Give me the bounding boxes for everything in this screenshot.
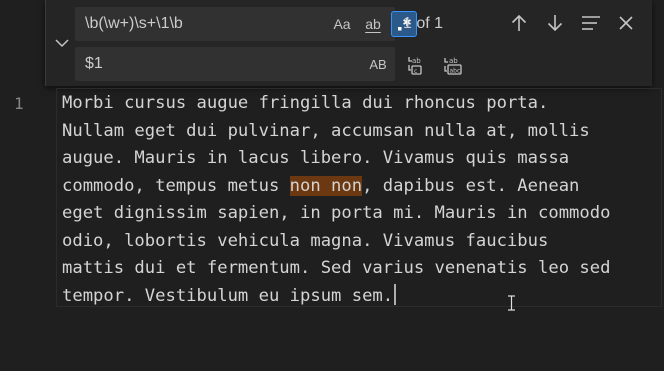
replace-icon: ab c: [408, 57, 422, 75]
text-line: odio, lobortis vehicula magna. Vivamus f…: [62, 230, 549, 251]
next-match-button[interactable]: [542, 10, 568, 36]
text-line: eget dignissim sapien, in porta mi. Maur…: [62, 203, 611, 223]
whole-word-label: ab: [365, 16, 381, 32]
match-case-label: Aa: [333, 16, 351, 32]
find-replace-widget: \b(\w+)\s+\1\b Aa ab 1 of 1 $1 AB ab c a…: [45, 0, 652, 86]
svg-text:ab: ab: [449, 57, 458, 65]
close-icon: [619, 16, 633, 30]
text-cursor: [394, 283, 397, 305]
previous-match-button[interactable]: [506, 10, 532, 36]
text-line: mattis dui et fermentum. Sed varius vene…: [62, 258, 611, 278]
match-case-toggle[interactable]: Aa: [329, 12, 355, 36]
arrow-up-icon: [511, 14, 527, 31]
preserve-case-toggle[interactable]: AB: [365, 52, 391, 76]
editor-text[interactable]: Morbi cursus augue fringilla dui rhoncus…: [62, 90, 662, 310]
text-line: augue. Mauris in lacus libero. Vivamus q…: [62, 148, 570, 168]
svg-text:ab: ab: [412, 57, 421, 65]
toggle-replace-button[interactable]: [51, 0, 73, 86]
svg-text:abc: abc: [450, 68, 461, 75]
find-match-highlight: non non: [289, 175, 363, 196]
replace-input[interactable]: $1 AB: [75, 47, 395, 81]
close-find-button[interactable]: [613, 10, 639, 36]
text-line: tempor. Vestibulum eu ipsum sem.: [62, 285, 394, 306]
chevron-down-icon: [55, 39, 69, 48]
find-in-selection-icon: [582, 16, 600, 30]
replace-all-button[interactable]: ab abc: [440, 52, 466, 78]
whole-word-toggle[interactable]: ab: [359, 12, 387, 36]
arrow-down-icon: [547, 15, 563, 32]
match-count: 1 of 1: [403, 15, 444, 32]
svg-text:c: c: [414, 68, 417, 75]
preserve-case-label: AB: [369, 56, 387, 72]
replace-input-value: $1: [85, 55, 103, 72]
text-line: Morbi cursus augue fringilla dui rhoncus…: [62, 93, 549, 113]
line-number: 1: [14, 94, 24, 113]
text-line: , dapibus est. Aenean: [362, 175, 580, 196]
find-in-selection-button[interactable]: [578, 10, 604, 36]
find-input-value: \b(\w+)\s+\1\b: [85, 15, 183, 32]
text-line: Nullam eget dui pulvinar, accumsan nulla…: [62, 120, 590, 141]
replace-button[interactable]: ab c: [402, 52, 428, 78]
ibeam-cursor-icon: [508, 295, 515, 311]
find-input[interactable]: \b(\w+)\s+\1\b Aa ab: [75, 7, 417, 41]
replace-all-icon: ab abc: [444, 57, 462, 75]
text-line: commodo, tempus metus: [62, 175, 290, 196]
